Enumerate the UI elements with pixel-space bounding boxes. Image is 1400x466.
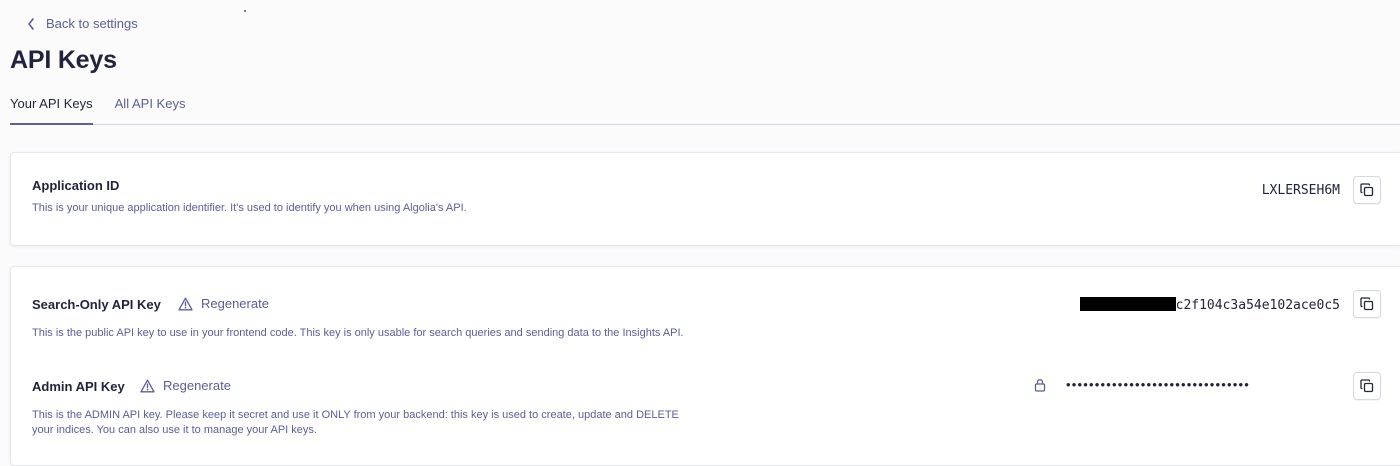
search-key-label: Search-Only API Key bbox=[32, 297, 161, 312]
search-key-description: This is the public API key to use in you… bbox=[32, 327, 684, 339]
copy-icon bbox=[1360, 183, 1374, 197]
tab-all-api-keys[interactable]: All API Keys bbox=[115, 88, 186, 124]
warning-triangle-icon bbox=[178, 297, 193, 310]
api-keys-card: Search-Only API Key Regenerate This is t… bbox=[10, 266, 1400, 466]
tab-bar: Your API Keys All API Keys bbox=[10, 88, 1400, 125]
admin-key-description-line1: This is the ADMIN API key. Please keep i… bbox=[32, 409, 679, 421]
application-id-card: Application ID This is your unique appli… bbox=[10, 152, 1400, 246]
admin-key-description-line2: your indices. You can also use it to man… bbox=[32, 424, 317, 436]
page-title: API Keys bbox=[10, 46, 117, 74]
lock-icon[interactable] bbox=[1033, 378, 1047, 392]
search-key-value[interactable]: c2f104c3a54e102ace0c5 bbox=[1079, 297, 1340, 313]
copy-icon bbox=[1360, 297, 1374, 311]
admin-key-masked-value[interactable]: •••••••••••••••••••••••••••••••• bbox=[1066, 377, 1250, 392]
application-id-description: This is your unique application identifi… bbox=[32, 202, 467, 214]
regenerate-label: Regenerate bbox=[201, 296, 269, 311]
copy-icon bbox=[1360, 379, 1374, 393]
stray-dot bbox=[244, 10, 246, 12]
regenerate-admin-key-button[interactable]: Regenerate bbox=[140, 378, 231, 393]
back-link-label: Back to settings bbox=[46, 16, 138, 31]
chevron-left-icon bbox=[28, 17, 34, 30]
redacted-key-portion bbox=[1079, 297, 1176, 311]
application-id-value[interactable]: LXLERSEH6M bbox=[1262, 183, 1340, 198]
application-id-label: Application ID bbox=[32, 178, 120, 193]
tab-your-api-keys[interactable]: Your API Keys bbox=[10, 88, 93, 125]
copy-application-id-button[interactable] bbox=[1353, 176, 1381, 204]
back-to-settings-link[interactable]: Back to settings bbox=[26, 16, 138, 31]
search-key-visible-part: c2f104c3a54e102ace0c5 bbox=[1175, 298, 1340, 313]
warning-triangle-icon bbox=[140, 379, 155, 392]
admin-key-label: Admin API Key bbox=[32, 379, 125, 394]
copy-search-key-button[interactable] bbox=[1353, 290, 1381, 318]
regenerate-label: Regenerate bbox=[163, 378, 231, 393]
regenerate-search-key-button[interactable]: Regenerate bbox=[178, 296, 269, 311]
copy-admin-key-button[interactable] bbox=[1353, 372, 1381, 400]
